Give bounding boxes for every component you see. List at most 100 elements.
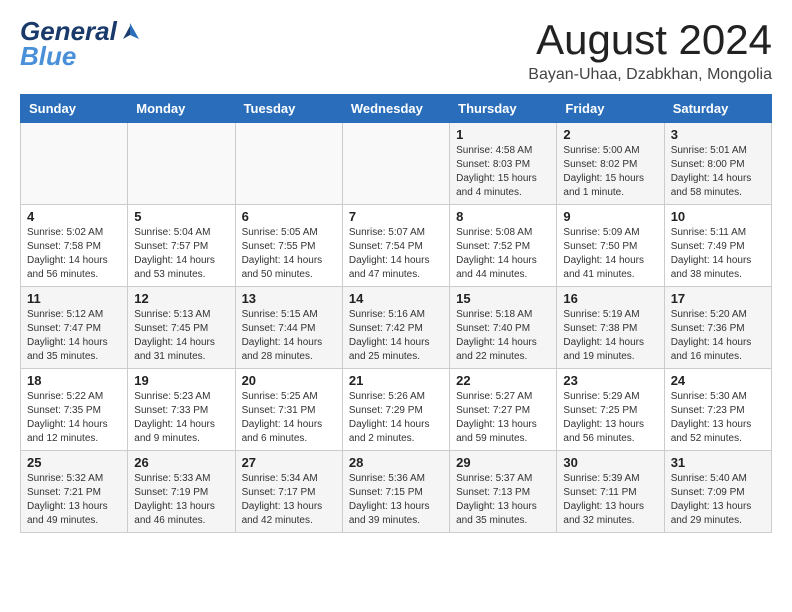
logo-block: General Blue — [20, 16, 143, 72]
day-info: Sunrise: 5:07 AM Sunset: 7:54 PM Dayligh… — [349, 226, 443, 282]
day-number: 3 — [671, 127, 765, 142]
day-number: 16 — [563, 291, 657, 306]
day-info: Sunrise: 5:32 AM Sunset: 7:21 PM Dayligh… — [27, 472, 121, 528]
day-number: 8 — [456, 209, 550, 224]
day-number: 26 — [134, 455, 228, 470]
day-info: Sunrise: 5:29 AM Sunset: 7:25 PM Dayligh… — [563, 390, 657, 446]
day-number: 7 — [349, 209, 443, 224]
day-cell: 1 Sunrise: 4:58 AM Sunset: 8:03 PM Daylig… — [450, 123, 557, 205]
day-cell: 18 Sunrise: 5:22 AM Sunset: 7:35 PM Dayli… — [21, 369, 128, 451]
day-number: 22 — [456, 373, 550, 388]
day-info: Sunrise: 5:18 AM Sunset: 7:40 PM Dayligh… — [456, 308, 550, 364]
day-info: Sunrise: 5:26 AM Sunset: 7:29 PM Dayligh… — [349, 390, 443, 446]
week-row-1: 1 Sunrise: 4:58 AM Sunset: 8:03 PM Daylig… — [21, 123, 772, 205]
location-subtitle: Bayan-Uhaa, Dzabkhan, Mongolia — [528, 66, 772, 84]
header-row: SundayMondayTuesdayWednesdayThursdayFrid… — [21, 95, 772, 123]
day-number: 12 — [134, 291, 228, 306]
month-title: August 2024 — [528, 16, 772, 64]
header-cell-saturday: Saturday — [664, 95, 771, 123]
day-number: 13 — [242, 291, 336, 306]
day-cell — [128, 123, 235, 205]
page-container: General Blue August 2024 Bayan-Uhaa, Dza… — [0, 0, 792, 549]
day-cell: 13Sunrise: 5:15 AM Sunset: 7:44 PM Dayli… — [235, 287, 342, 369]
calendar-table: SundayMondayTuesdayWednesdayThursdayFrid… — [20, 94, 772, 533]
day-info: Sunrise: 5:22 AM Sunset: 7:35 PM Dayligh… — [27, 390, 121, 446]
day-number: 11 — [27, 291, 121, 306]
day-number: 31 — [671, 455, 765, 470]
day-number: 28 — [349, 455, 443, 470]
day-number: 5 — [134, 209, 228, 224]
logo: General Blue — [20, 16, 143, 72]
header-cell-monday: Monday — [128, 95, 235, 123]
day-info: Sunrise: 5:13 AM Sunset: 7:45 PM Dayligh… — [134, 308, 228, 364]
day-info: Sunrise: 5:25 AM Sunset: 7:31 PM Dayligh… — [242, 390, 336, 446]
day-info: Sunrise: 5:37 AM Sunset: 7:13 PM Dayligh… — [456, 472, 550, 528]
day-cell: 6 Sunrise: 5:05 AM Sunset: 7:55 PM Daylig… — [235, 205, 342, 287]
day-number: 9 — [563, 209, 657, 224]
day-number: 2 — [563, 127, 657, 142]
day-number: 15 — [456, 291, 550, 306]
day-cell: 24 Sunrise: 5:30 AM Sunset: 7:23 PM Dayli… — [664, 369, 771, 451]
day-cell: 16 Sunrise: 5:19 AM Sunset: 7:38 PM Dayli… — [557, 287, 664, 369]
day-cell: 10 Sunrise: 5:11 AM Sunset: 7:49 PM Dayli… — [664, 205, 771, 287]
day-cell: 14Sunrise: 5:16 AM Sunset: 7:42 PM Dayli… — [342, 287, 449, 369]
header-cell-thursday: Thursday — [450, 95, 557, 123]
day-info: Sunrise: 5:27 AM Sunset: 7:27 PM Dayligh… — [456, 390, 550, 446]
day-cell: 3Sunrise: 5:01 AM Sunset: 8:00 PM Daylig… — [664, 123, 771, 205]
header-cell-wednesday: Wednesday — [342, 95, 449, 123]
day-cell: 17 Sunrise: 5:20 AM Sunset: 7:36 PM Dayli… — [664, 287, 771, 369]
day-cell: 25Sunrise: 5:32 AM Sunset: 7:21 PM Dayli… — [21, 451, 128, 533]
day-cell: 26Sunrise: 5:33 AM Sunset: 7:19 PM Dayli… — [128, 451, 235, 533]
day-number: 21 — [349, 373, 443, 388]
day-info: Sunrise: 5:19 AM Sunset: 7:38 PM Dayligh… — [563, 308, 657, 364]
day-number: 17 — [671, 291, 765, 306]
day-cell: 30Sunrise: 5:39 AM Sunset: 7:11 PM Dayli… — [557, 451, 664, 533]
day-number: 27 — [242, 455, 336, 470]
day-info: Sunrise: 5:05 AM Sunset: 7:55 PM Dayligh… — [242, 226, 336, 282]
day-info: Sunrise: 5:40 AM Sunset: 7:09 PM Dayligh… — [671, 472, 765, 528]
day-info: Sunrise: 5:09 AM Sunset: 7:50 PM Dayligh… — [563, 226, 657, 282]
header-cell-sunday: Sunday — [21, 95, 128, 123]
day-number: 1 — [456, 127, 550, 142]
day-cell: 5 Sunrise: 5:04 AM Sunset: 7:57 PM Daylig… — [128, 205, 235, 287]
day-number: 20 — [242, 373, 336, 388]
day-number: 4 — [27, 209, 121, 224]
day-info: Sunrise: 4:58 AM Sunset: 8:03 PM Dayligh… — [456, 144, 550, 200]
day-cell: 29Sunrise: 5:37 AM Sunset: 7:13 PM Dayli… — [450, 451, 557, 533]
day-cell — [235, 123, 342, 205]
day-info: Sunrise: 5:00 AM Sunset: 8:02 PM Dayligh… — [563, 144, 657, 200]
week-row-2: 4 Sunrise: 5:02 AM Sunset: 7:58 PM Daylig… — [21, 205, 772, 287]
day-info: Sunrise: 5:20 AM Sunset: 7:36 PM Dayligh… — [671, 308, 765, 364]
day-info: Sunrise: 5:02 AM Sunset: 7:58 PM Dayligh… — [27, 226, 121, 282]
day-info: Sunrise: 5:04 AM Sunset: 7:57 PM Dayligh… — [134, 226, 228, 282]
day-info: Sunrise: 5:23 AM Sunset: 7:33 PM Dayligh… — [134, 390, 228, 446]
header-cell-tuesday: Tuesday — [235, 95, 342, 123]
day-info: Sunrise: 5:36 AM Sunset: 7:15 PM Dayligh… — [349, 472, 443, 528]
day-number: 24 — [671, 373, 765, 388]
day-cell: 12 Sunrise: 5:13 AM Sunset: 7:45 PM Dayli… — [128, 287, 235, 369]
week-row-5: 25Sunrise: 5:32 AM Sunset: 7:21 PM Dayli… — [21, 451, 772, 533]
page-header: General Blue August 2024 Bayan-Uhaa, Dza… — [20, 16, 772, 84]
day-number: 10 — [671, 209, 765, 224]
day-info: Sunrise: 5:34 AM Sunset: 7:17 PM Dayligh… — [242, 472, 336, 528]
day-cell: 22 Sunrise: 5:27 AM Sunset: 7:27 PM Dayli… — [450, 369, 557, 451]
day-number: 6 — [242, 209, 336, 224]
day-cell — [342, 123, 449, 205]
day-cell: 31 Sunrise: 5:40 AM Sunset: 7:09 PM Dayli… — [664, 451, 771, 533]
day-info: Sunrise: 5:08 AM Sunset: 7:52 PM Dayligh… — [456, 226, 550, 282]
day-cell: 23Sunrise: 5:29 AM Sunset: 7:25 PM Dayli… — [557, 369, 664, 451]
week-row-4: 18 Sunrise: 5:22 AM Sunset: 7:35 PM Dayli… — [21, 369, 772, 451]
day-cell: 7 Sunrise: 5:07 AM Sunset: 7:54 PM Daylig… — [342, 205, 449, 287]
day-number: 19 — [134, 373, 228, 388]
day-info: Sunrise: 5:11 AM Sunset: 7:49 PM Dayligh… — [671, 226, 765, 282]
title-block: August 2024 Bayan-Uhaa, Dzabkhan, Mongol… — [528, 16, 772, 84]
day-number: 30 — [563, 455, 657, 470]
day-cell: 20 Sunrise: 5:25 AM Sunset: 7:31 PM Dayli… — [235, 369, 342, 451]
day-cell: 28 Sunrise: 5:36 AM Sunset: 7:15 PM Dayli… — [342, 451, 449, 533]
day-info: Sunrise: 5:30 AM Sunset: 7:23 PM Dayligh… — [671, 390, 765, 446]
day-cell: 15 Sunrise: 5:18 AM Sunset: 7:40 PM Dayli… — [450, 287, 557, 369]
day-info: Sunrise: 5:16 AM Sunset: 7:42 PM Dayligh… — [349, 308, 443, 364]
day-number: 18 — [27, 373, 121, 388]
day-cell — [21, 123, 128, 205]
day-cell: 21 Sunrise: 5:26 AM Sunset: 7:29 PM Dayli… — [342, 369, 449, 451]
